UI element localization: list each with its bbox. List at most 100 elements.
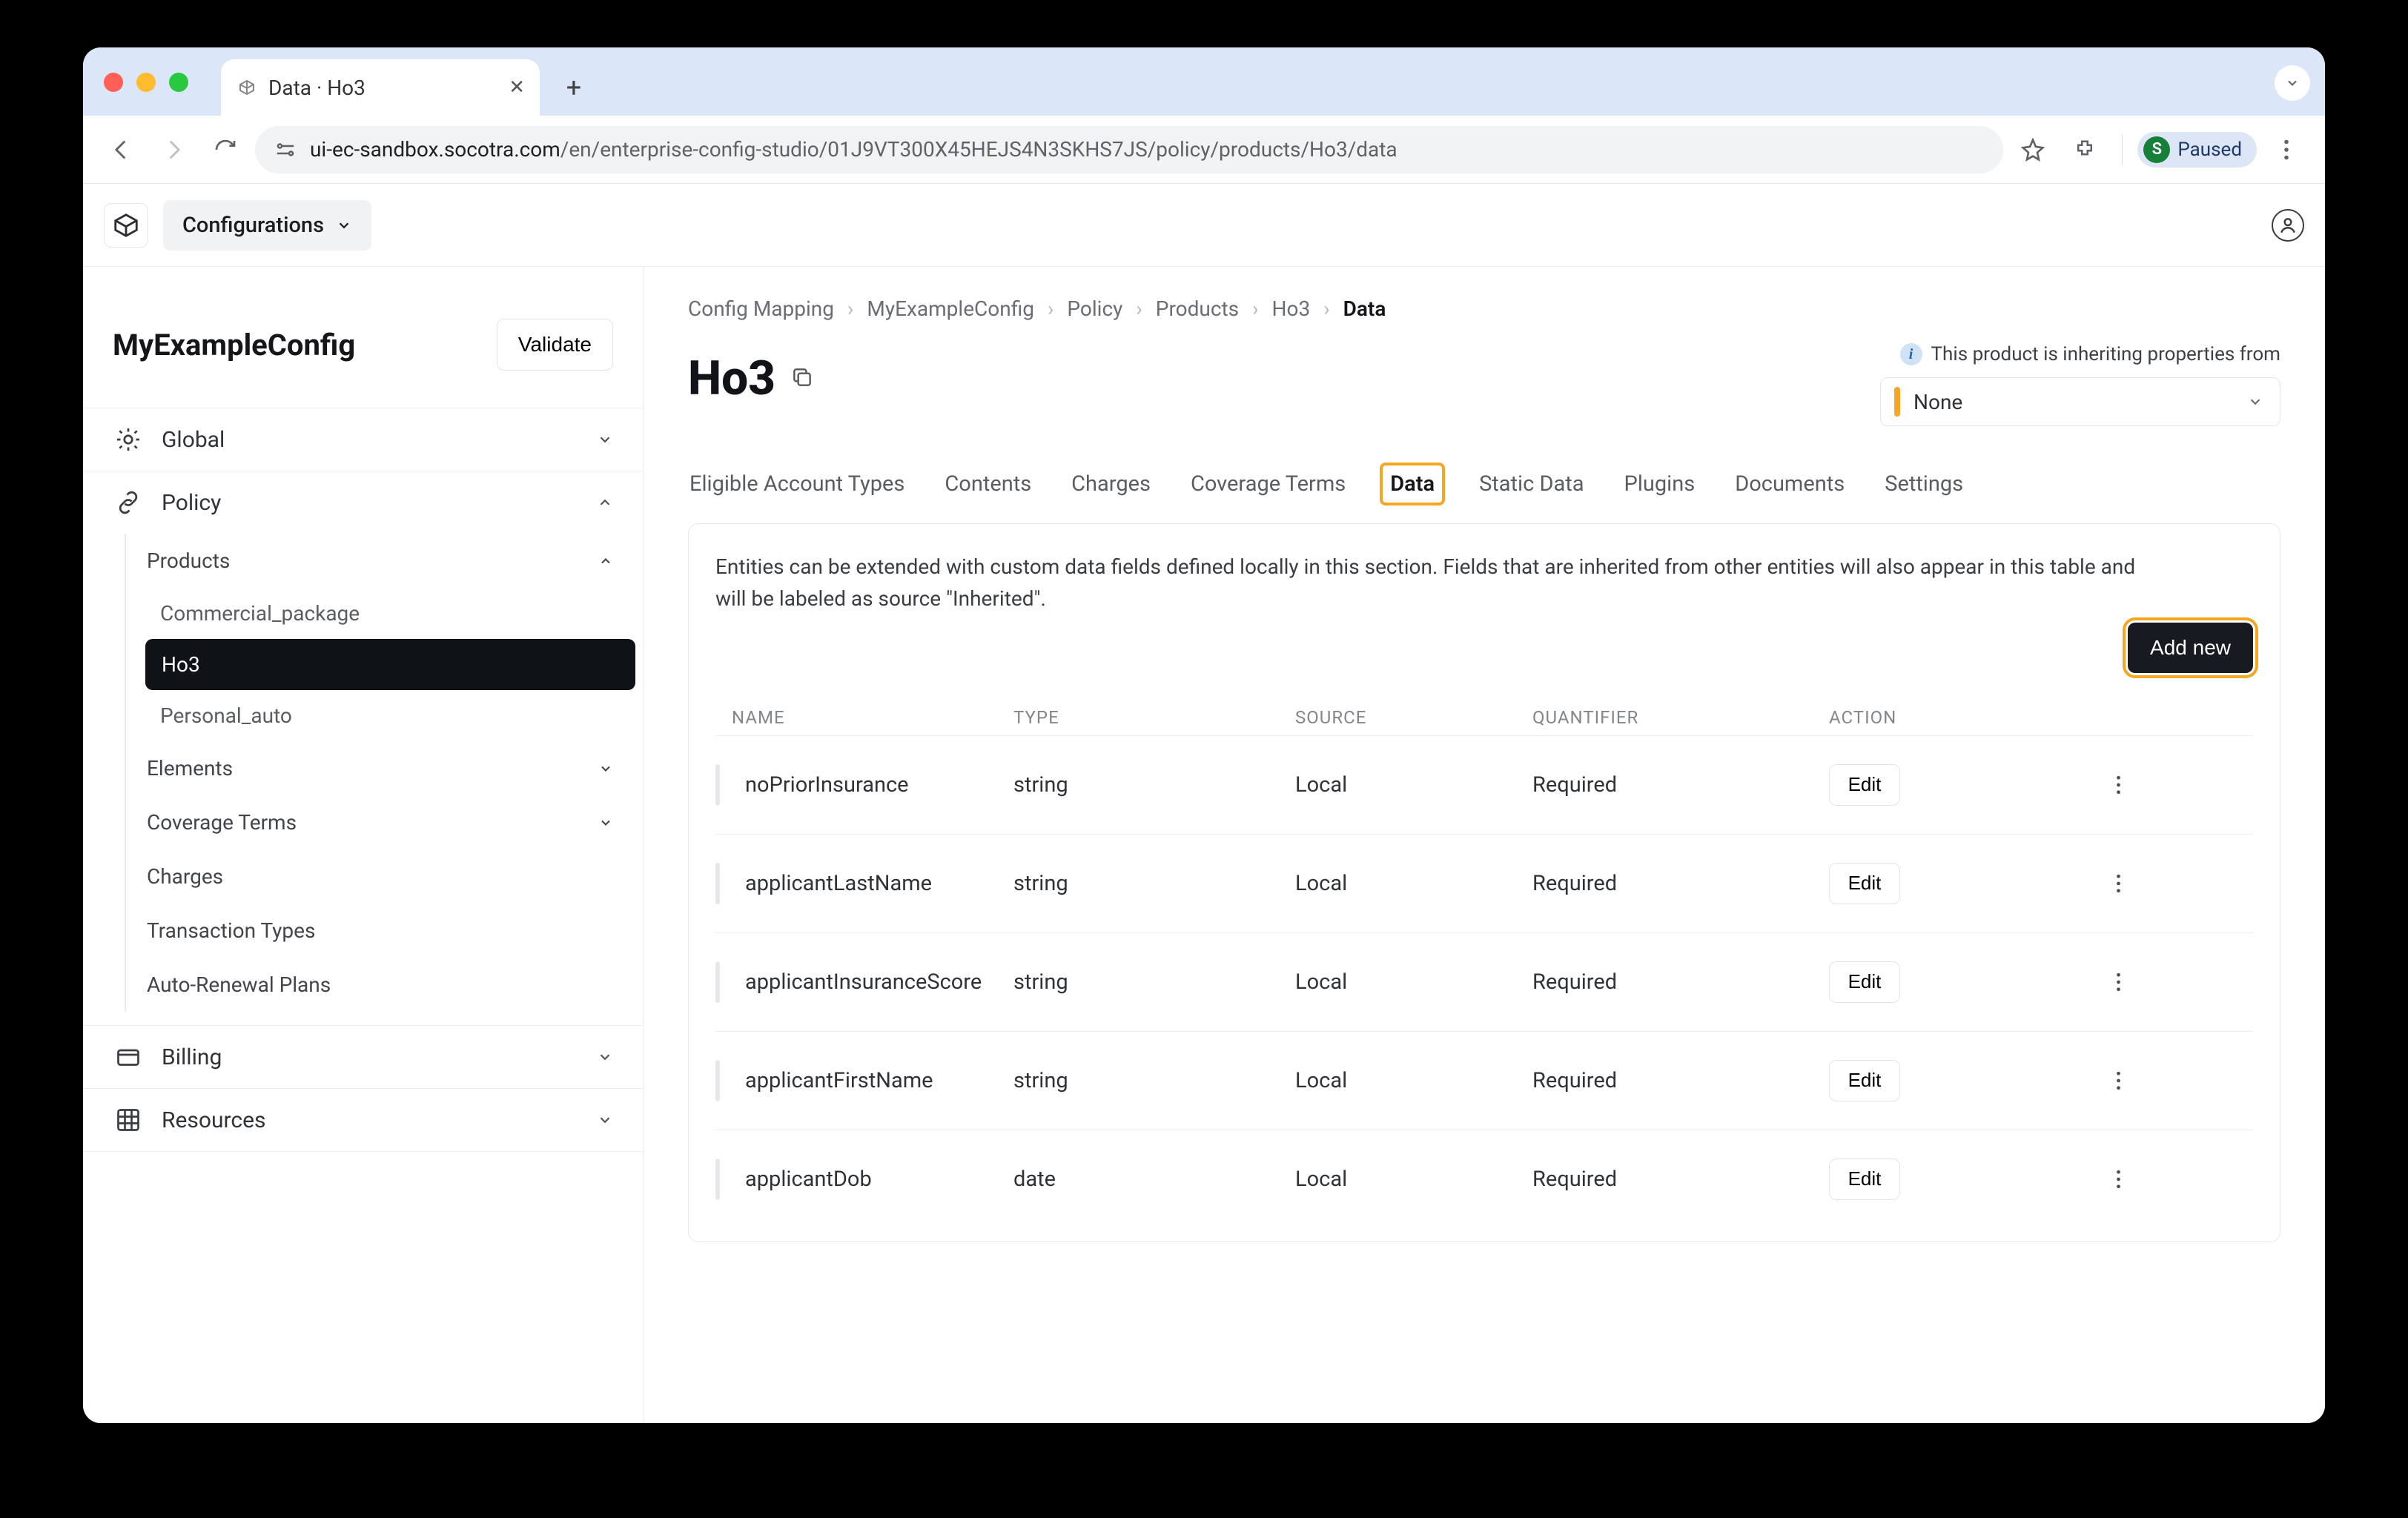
- browser-menu-icon[interactable]: [2264, 127, 2309, 172]
- sidebar-item-label: Auto-Renewal Plans: [147, 972, 331, 997]
- chevron-up-icon: [598, 554, 613, 569]
- sidebar-item-coverage-terms[interactable]: Coverage Terms: [126, 795, 643, 849]
- breadcrumb-item[interactable]: Policy: [1067, 296, 1122, 321]
- row-menu-icon[interactable]: [2103, 869, 2133, 898]
- edit-button[interactable]: Edit: [1829, 1060, 1900, 1101]
- row-menu-icon[interactable]: [2103, 967, 2133, 997]
- grid-icon: [113, 1107, 144, 1133]
- table-header: NAME TYPE SOURCE QUANTIFIER ACTION: [715, 700, 2253, 735]
- cell-source: Local: [1295, 970, 1532, 995]
- cell-type: string: [1013, 1068, 1295, 1093]
- sidebar-item-charges[interactable]: Charges: [126, 849, 643, 904]
- tab-coverage-terms[interactable]: Coverage Terms: [1189, 467, 1347, 501]
- bookmark-icon[interactable]: [2011, 127, 2055, 172]
- sidebar-item-auto-renewal[interactable]: Auto-Renewal Plans: [126, 958, 643, 1012]
- extensions-icon[interactable]: [2063, 127, 2107, 172]
- col-source: SOURCE: [1295, 707, 1532, 728]
- sidebar-item-label: Products: [147, 548, 230, 573]
- card-icon: [113, 1044, 144, 1070]
- browser-tab[interactable]: Data · Ho3 ✕: [221, 59, 540, 116]
- tab-close-icon[interactable]: ✕: [509, 76, 525, 99]
- main-content: Config Mapping › MyExampleConfig › Polic…: [644, 267, 2325, 1423]
- add-new-button[interactable]: Add new: [2128, 623, 2253, 673]
- sidebar-item-label: Transaction Types: [147, 918, 315, 943]
- app-logo[interactable]: [104, 203, 148, 248]
- row-menu-icon[interactable]: [2103, 1164, 2133, 1194]
- sidebar-item-billing[interactable]: Billing: [83, 1025, 643, 1088]
- tab-contents[interactable]: Contents: [943, 467, 1033, 501]
- copy-icon[interactable]: [790, 365, 814, 389]
- sidebar: MyExampleConfig Validate Global Policy: [83, 267, 644, 1423]
- cell-name: applicantInsuranceScore: [732, 970, 1013, 995]
- url-domain: ui-ec-sandbox.socotra.com: [310, 137, 560, 162]
- sidebar-policy-children: Products Commercial_package Ho3 Personal…: [125, 534, 643, 1012]
- sidebar-item-global[interactable]: Global: [83, 408, 643, 471]
- sidebar-product-personal-auto[interactable]: Personal_auto: [126, 690, 643, 741]
- table-row: applicantInsuranceScore string Local Req…: [715, 932, 2253, 1031]
- row-accent: [715, 863, 720, 904]
- tabs: Eligible Account Types Contents Charges …: [688, 467, 2280, 501]
- url-input[interactable]: ui-ec-sandbox.socotra.com/en/enterprise-…: [255, 126, 2003, 173]
- edit-button[interactable]: Edit: [1829, 764, 1900, 806]
- info-icon: i: [1900, 343, 1922, 365]
- cell-type: string: [1013, 772, 1295, 798]
- breadcrumb-item-current: Data: [1343, 296, 1386, 321]
- tab-plugins[interactable]: Plugins: [1623, 467, 1697, 501]
- cell-quantifier: Required: [1532, 1167, 1829, 1192]
- sidebar-item-label: Elements: [147, 756, 233, 780]
- nav-back-button[interactable]: [99, 127, 144, 172]
- breadcrumb-item[interactable]: Config Mapping: [688, 296, 834, 321]
- sidebar-item-label: Policy: [162, 490, 221, 516]
- sidebar-item-resources[interactable]: Resources: [83, 1088, 643, 1152]
- sidebar-item-label: Ho3: [162, 652, 200, 677]
- window-maximize-button[interactable]: [169, 73, 188, 92]
- configurations-dropdown[interactable]: Configurations: [163, 200, 371, 251]
- chevron-down-icon: [336, 217, 352, 233]
- tab-favicon: [236, 76, 258, 99]
- sidebar-product-ho3[interactable]: Ho3: [145, 639, 635, 690]
- edit-button[interactable]: Edit: [1829, 1159, 1900, 1200]
- window-minimize-button[interactable]: [136, 73, 156, 92]
- sidebar-item-policy[interactable]: Policy: [83, 471, 643, 534]
- sidebar-item-transaction-types[interactable]: Transaction Types: [126, 904, 643, 958]
- sidebar-product-commercial[interactable]: Commercial_package: [126, 588, 643, 639]
- chevron-right-icon: ›: [1048, 296, 1054, 321]
- profile-avatar: S: [2143, 136, 2170, 163]
- tab-data[interactable]: Data: [1384, 467, 1440, 501]
- new-tab-button[interactable]: +: [555, 68, 593, 107]
- chevron-down-icon: [597, 431, 613, 448]
- tab-charges[interactable]: Charges: [1070, 467, 1152, 501]
- tab-static-data[interactable]: Static Data: [1478, 467, 1585, 501]
- breadcrumb-item[interactable]: MyExampleConfig: [867, 296, 1034, 321]
- profile-paused-pill[interactable]: S Paused: [2137, 132, 2257, 168]
- site-settings-icon[interactable]: [274, 139, 297, 161]
- window-controls: [104, 73, 188, 92]
- user-menu-icon[interactable]: [2272, 209, 2304, 242]
- breadcrumb-item[interactable]: Ho3: [1272, 296, 1311, 321]
- tab-documents[interactable]: Documents: [1733, 467, 1846, 501]
- chevron-up-icon: [597, 494, 613, 511]
- table-row: noPriorInsurance string Local Required E…: [715, 735, 2253, 834]
- accent-bar: [1894, 387, 1900, 417]
- sidebar-item-label: Commercial_package: [160, 601, 360, 626]
- sidebar-item-products[interactable]: Products: [126, 534, 643, 588]
- edit-button[interactable]: Edit: [1829, 863, 1900, 904]
- toolbar-divider: [2122, 135, 2123, 165]
- table-row: applicantLastName string Local Required …: [715, 834, 2253, 932]
- cell-type: date: [1013, 1167, 1295, 1192]
- breadcrumb-item[interactable]: Products: [1156, 296, 1239, 321]
- sidebar-item-elements[interactable]: Elements: [126, 741, 643, 795]
- tab-settings[interactable]: Settings: [1883, 467, 1965, 501]
- nav-forward-button[interactable]: [151, 127, 196, 172]
- row-menu-icon[interactable]: [2103, 1066, 2133, 1096]
- tab-overflow-button[interactable]: [2275, 65, 2310, 101]
- edit-button[interactable]: Edit: [1829, 961, 1900, 1003]
- row-menu-icon[interactable]: [2103, 770, 2133, 800]
- tab-eligible-account-types[interactable]: Eligible Account Types: [688, 467, 906, 501]
- validate-button[interactable]: Validate: [497, 319, 613, 371]
- inherit-select[interactable]: None: [1880, 377, 2280, 426]
- inherit-label: This product is inheriting properties fr…: [1931, 343, 2280, 365]
- window-close-button[interactable]: [104, 73, 123, 92]
- nav-reload-button[interactable]: [203, 127, 248, 172]
- page-header: Ho3 i This product is inheriting propert…: [688, 351, 2280, 426]
